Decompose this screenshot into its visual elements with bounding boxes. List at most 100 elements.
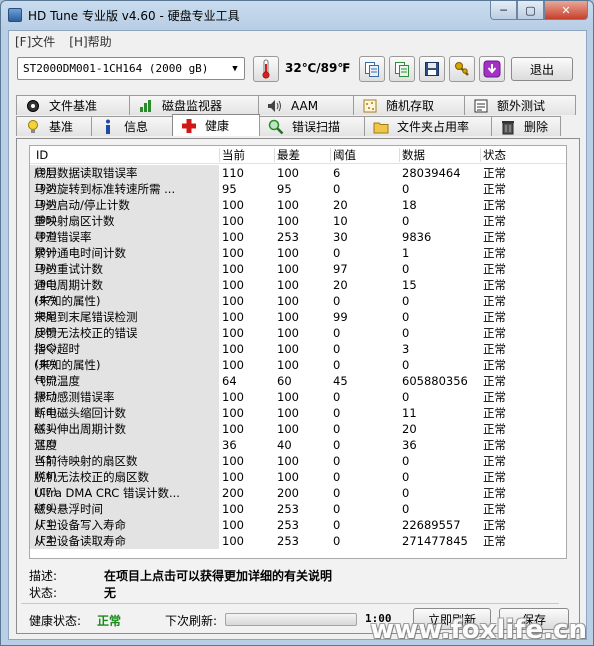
table-row[interactable]: (F0) 磁头悬浮时间 100 253 0 0 正常 <box>30 501 566 517</box>
attr-current: 100 <box>222 278 244 292</box>
table-row[interactable]: (C7) Ultra DMA CRC 错误计数... 200 200 0 0 正常 <box>30 485 566 501</box>
extra-tests-icon <box>473 98 489 114</box>
attr-data: 18 <box>402 198 417 212</box>
attr-name-cell: (04) 马达启动/停止计数 <box>30 197 219 213</box>
table-row[interactable]: (B8) 末尾到末尾错误检测 100 100 99 0 正常 <box>30 309 566 325</box>
col-header-status[interactable]: 状态 <box>483 147 506 163</box>
attr-name-cell: (0C) 通电周期计数 <box>30 277 219 293</box>
attr-name-cell: (C1) 磁头伸出周期计数 <box>30 421 219 437</box>
attr-data: 0 <box>402 214 410 228</box>
attr-worst: 100 <box>277 278 299 292</box>
tab-aam[interactable]: AAM <box>258 95 354 115</box>
table-row[interactable]: (C1) 磁头伸出周期计数 100 100 0 20 正常 <box>30 421 566 437</box>
table-row[interactable]: (09) 累计通电时间计数 100 100 0 1 正常 <box>30 245 566 261</box>
tab-label: 磁盘监视器 <box>162 99 223 113</box>
attr-name-cell: (0A) 马达重试计数 <box>30 261 219 277</box>
description-label: 描述: <box>29 569 58 583</box>
attr-worst: 100 <box>277 310 299 324</box>
thermometer-button[interactable] <box>253 56 279 82</box>
attr-name-cell: (09) 累计通电时间计数 <box>30 245 219 261</box>
menu-help[interactable]: [H]帮助 <box>69 33 111 50</box>
attr-worst: 253 <box>277 230 299 244</box>
copy-all-button[interactable] <box>389 56 415 82</box>
attr-name-cell: (BE) 气流温度 <box>30 373 219 389</box>
state-value: 无 <box>104 586 117 600</box>
table-row[interactable]: (BD) (未知的属性) 100 100 0 0 正常 <box>30 357 566 373</box>
table-row[interactable]: (C0) 断电磁头缩回计数 100 100 0 11 正常 <box>30 405 566 421</box>
attr-current: 100 <box>222 262 244 276</box>
save-screenshot-button[interactable] <box>419 56 445 82</box>
attr-status: 正常 <box>483 166 506 180</box>
table-row[interactable]: (01) 底层数据读取错误率 110 100 6 28039464 正常 <box>30 165 566 181</box>
attr-current: 36 <box>222 438 237 452</box>
table-row[interactable]: (C2) 温度 36 40 0 36 正常 <box>30 437 566 453</box>
table-row[interactable]: (05) 重映射扇区计数 100 100 10 0 正常 <box>30 213 566 229</box>
attr-worst: 100 <box>277 262 299 276</box>
tab-random-access[interactable]: 随机存取 <box>353 95 465 115</box>
attr-threshold: 0 <box>333 470 341 484</box>
col-header-id[interactable]: ID <box>36 147 48 163</box>
attr-status: 正常 <box>483 230 506 244</box>
attr-worst: 253 <box>277 502 299 516</box>
tab-label: 错误扫描 <box>292 120 341 134</box>
tab-info[interactable]: 信息 <box>91 116 173 136</box>
table-row[interactable]: (C5) 当前待映射的扇区数 100 100 0 0 正常 <box>30 453 566 469</box>
attr-name: 累计通电时间计数 <box>34 246 126 260</box>
attr-name: (未知的属性) <box>34 294 101 308</box>
table-row[interactable]: (BF) 振动感测错误率 100 100 0 0 正常 <box>30 389 566 405</box>
attr-worst: 253 <box>277 534 299 548</box>
col-header-current[interactable]: 当前 <box>222 147 245 163</box>
col-header-threshold[interactable]: 阈值 <box>333 147 356 163</box>
tab-file-benchmark[interactable]: 文件基准 <box>16 95 130 115</box>
maximize-button[interactable]: ▢ <box>517 1 544 20</box>
attr-name-cell: (01) 底层数据读取错误率 <box>30 165 219 181</box>
attr-status: 正常 <box>483 198 506 212</box>
close-button[interactable]: ✕ <box>544 1 588 20</box>
exit-button[interactable]: 退出 <box>511 57 573 81</box>
copy-info-button[interactable] <box>359 56 385 82</box>
tab-label: 随机存取 <box>386 99 435 113</box>
table-row[interactable]: (07) 寻道错误率 100 253 30 9836 正常 <box>30 229 566 245</box>
tab-disk-monitor[interactable]: 磁盘监视器 <box>129 95 259 115</box>
attr-name: 振动感测错误率 <box>34 390 115 404</box>
table-row[interactable]: (F2) 从主设备读取寿命 100 253 0 271477845 正常 <box>30 533 566 549</box>
table-row[interactable]: (BB) 反馈无法校正的错误 100 100 0 0 正常 <box>30 325 566 341</box>
menu-file[interactable]: [F]文件 <box>15 33 55 50</box>
attr-current: 100 <box>222 326 244 340</box>
col-header-worst[interactable]: 最差 <box>277 147 300 163</box>
table-row[interactable]: (0C) 通电周期计数 100 100 20 15 正常 <box>30 277 566 293</box>
table-row[interactable]: (BE) 气流温度 64 60 45 605880356 正常 <box>30 373 566 389</box>
tab-error-scan[interactable]: 错误扫描 <box>259 116 365 136</box>
attr-threshold: 0 <box>333 454 341 468</box>
attr-threshold: 0 <box>333 326 341 340</box>
table-row[interactable]: (04) 马达启动/停止计数 100 100 20 18 正常 <box>30 197 566 213</box>
tab-folder-usage[interactable]: 文件夹占用率 <box>364 116 492 136</box>
table-row[interactable]: (03) 马达旋转到标准转速所需 ... 95 95 0 0 正常 <box>30 181 566 197</box>
attr-threshold: 0 <box>333 534 341 548</box>
attr-threshold: 10 <box>333 214 348 228</box>
attr-worst: 100 <box>277 198 299 212</box>
attr-data: 15 <box>402 278 417 292</box>
minimize-button[interactable]: ─ <box>490 1 517 20</box>
col-header-data[interactable]: 数据 <box>402 147 425 163</box>
table-row[interactable]: (C6) 脱机无法校正的扇区数 100 100 0 0 正常 <box>30 469 566 485</box>
tab-label: 删除 <box>524 120 549 134</box>
table-row[interactable]: (BC) 指令超时 100 100 0 3 正常 <box>30 341 566 357</box>
smart-attribute-list[interactable]: ID 当前 最差 阈值 数据 状态 (01) 底层数据读取错误率 110 100 6 2… <box>29 145 567 559</box>
drive-select-value: ST2000DM001-1CH164 (2000 gB) <box>23 62 209 75</box>
download-update-button[interactable] <box>479 56 505 82</box>
tab-erase[interactable]: 删除 <box>491 116 561 136</box>
attr-worst: 100 <box>277 294 299 308</box>
download-arrow-icon <box>483 60 501 78</box>
table-row[interactable]: (F1) 从主设备写入寿命 100 253 0 22689557 正常 <box>30 517 566 533</box>
attr-status: 正常 <box>483 262 506 276</box>
tab-health[interactable]: 健康 <box>172 114 260 136</box>
table-row[interactable]: (0A) 马达重试计数 100 100 97 0 正常 <box>30 261 566 277</box>
drive-select[interactable]: ST2000DM001-1CH164 (2000 gB) ▼ <box>17 57 245 80</box>
tab-benchmark[interactable]: 基准 <box>16 116 92 136</box>
tab-extra-tests[interactable]: 额外测试 <box>464 95 576 115</box>
title-bar[interactable]: HD Tune 专业版 v4.60 - 硬盘专业工具 ─ ▢ ✕ <box>1 1 593 29</box>
tab-label: 健康 <box>205 119 230 133</box>
table-row[interactable]: (B7) (未知的属性) 100 100 0 0 正常 <box>30 293 566 309</box>
options-button[interactable] <box>449 56 475 82</box>
